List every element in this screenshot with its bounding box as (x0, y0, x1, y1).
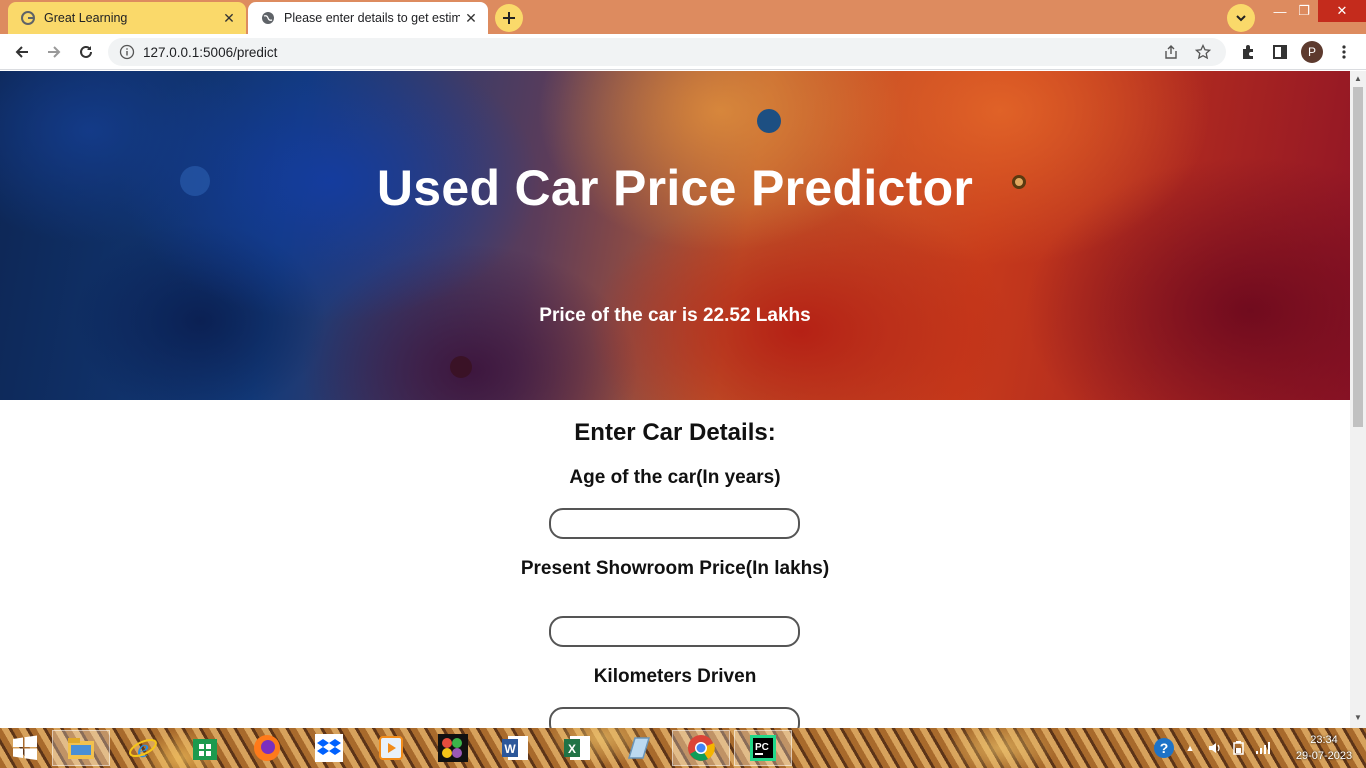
chevron-down-icon (1236, 15, 1246, 22)
new-tab-button[interactable] (495, 4, 523, 32)
age-input[interactable] (549, 508, 800, 539)
tab-predict[interactable]: Please enter details to get estima ✕ (248, 2, 488, 34)
scroll-down-icon[interactable]: ▼ (1354, 714, 1362, 722)
puzzle-icon (1243, 45, 1253, 59)
address-bar[interactable]: 127.0.0.1:5006/predict (108, 38, 1226, 66)
hero-banner: Used Car Price Predictor Price of the ca… (0, 71, 1350, 400)
windows-start-icon[interactable] (0, 730, 50, 766)
word-icon[interactable]: W (486, 730, 544, 766)
showroom-price-label: Present Showroom Price(In lakhs) (520, 558, 830, 579)
chrome-icon[interactable] (672, 730, 730, 766)
google-g-icon (20, 10, 36, 26)
clock-date: 29-07-2023 (1295, 750, 1353, 762)
network-icon[interactable] (1253, 728, 1273, 768)
help-icon[interactable]: ? (1152, 728, 1176, 768)
kilometers-input[interactable] (549, 707, 800, 728)
svg-text:PC: PC (755, 742, 769, 753)
restore-button[interactable]: ❐ (1289, 0, 1319, 22)
notepad-icon[interactable] (610, 730, 668, 766)
reload-icon (80, 45, 92, 58)
svg-text:W: W (504, 742, 516, 756)
tab-strip: Great Learning ✕ Please enter details to… (0, 0, 1366, 34)
arrow-right-icon (48, 46, 61, 58)
tray-expand-icon[interactable]: ▲ (1182, 728, 1198, 768)
internet-explorer-icon[interactable]: e (114, 730, 172, 766)
reload-button[interactable] (72, 38, 100, 66)
plus-icon (503, 12, 515, 24)
taskbar: e W X PC ? ▲ 23:34 29-07-2023 (0, 728, 1366, 768)
hero-decor (450, 356, 472, 378)
close-icon[interactable]: ✕ (218, 7, 240, 29)
media-player-icon[interactable] (362, 730, 420, 766)
age-label: Age of the car(In years) (569, 467, 781, 488)
form-title: Enter Car Details: (574, 419, 776, 446)
svg-text:X: X (568, 742, 576, 756)
svg-text:?: ? (1160, 740, 1169, 756)
showroom-price-input[interactable] (549, 616, 800, 647)
extensions-button[interactable] (1234, 38, 1262, 66)
clock-time: 23:34 (1310, 734, 1338, 746)
back-button[interactable] (8, 38, 36, 66)
tab-title: Great Learning (44, 11, 128, 25)
page-title: Used Car Price Predictor (376, 160, 974, 216)
side-panel-icon (1273, 45, 1287, 59)
window-close-button[interactable]: ✕ (1318, 0, 1366, 22)
close-icon[interactable]: ✕ (460, 7, 482, 29)
scrollbar-thumb[interactable] (1353, 87, 1363, 427)
firefox-icon[interactable] (238, 730, 296, 766)
avatar[interactable]: P (1301, 41, 1323, 63)
prediction-result: Price of the car is 22.52 Lakhs (539, 305, 811, 326)
side-panel-button[interactable] (1266, 38, 1294, 66)
volume-icon[interactable] (1205, 728, 1225, 768)
store-icon[interactable] (176, 730, 234, 766)
dropbox-icon[interactable] (300, 730, 358, 766)
browser-toolbar: 127.0.0.1:5006/predict P (0, 34, 1366, 70)
share-icon[interactable] (1162, 43, 1180, 61)
url-text[interactable]: 127.0.0.1:5006/predict (143, 45, 1162, 60)
pycharm-icon[interactable]: PC (734, 730, 792, 766)
excel-icon[interactable]: X (548, 730, 606, 766)
tab-title: Please enter details to get estima (284, 11, 460, 25)
star-icon[interactable] (1194, 43, 1212, 61)
battery-icon[interactable] (1229, 728, 1249, 768)
file-explorer-icon[interactable] (52, 730, 110, 766)
taskbar-clock[interactable]: 23:34 29-07-2023 (1282, 732, 1366, 764)
tab-great-learning[interactable]: Great Learning ✕ (8, 2, 246, 34)
globe-icon (260, 10, 276, 26)
photos-icon[interactable] (424, 730, 482, 766)
tab-search-button[interactable] (1227, 4, 1255, 32)
hero-decor (757, 109, 781, 133)
kilometers-label: Kilometers Driven (593, 666, 757, 687)
page-viewport: Used Car Price Predictor Price of the ca… (0, 71, 1350, 728)
menu-button[interactable] (1330, 38, 1358, 66)
info-icon[interactable] (119, 44, 135, 60)
svg-text:e: e (137, 734, 149, 763)
scroll-up-icon[interactable]: ▲ (1354, 75, 1362, 83)
forward-button[interactable] (40, 38, 68, 66)
arrow-left-icon (15, 46, 28, 58)
page-scrollbar[interactable]: ▲ ▼ (1350, 71, 1366, 728)
more-vert-icon (1342, 45, 1346, 59)
